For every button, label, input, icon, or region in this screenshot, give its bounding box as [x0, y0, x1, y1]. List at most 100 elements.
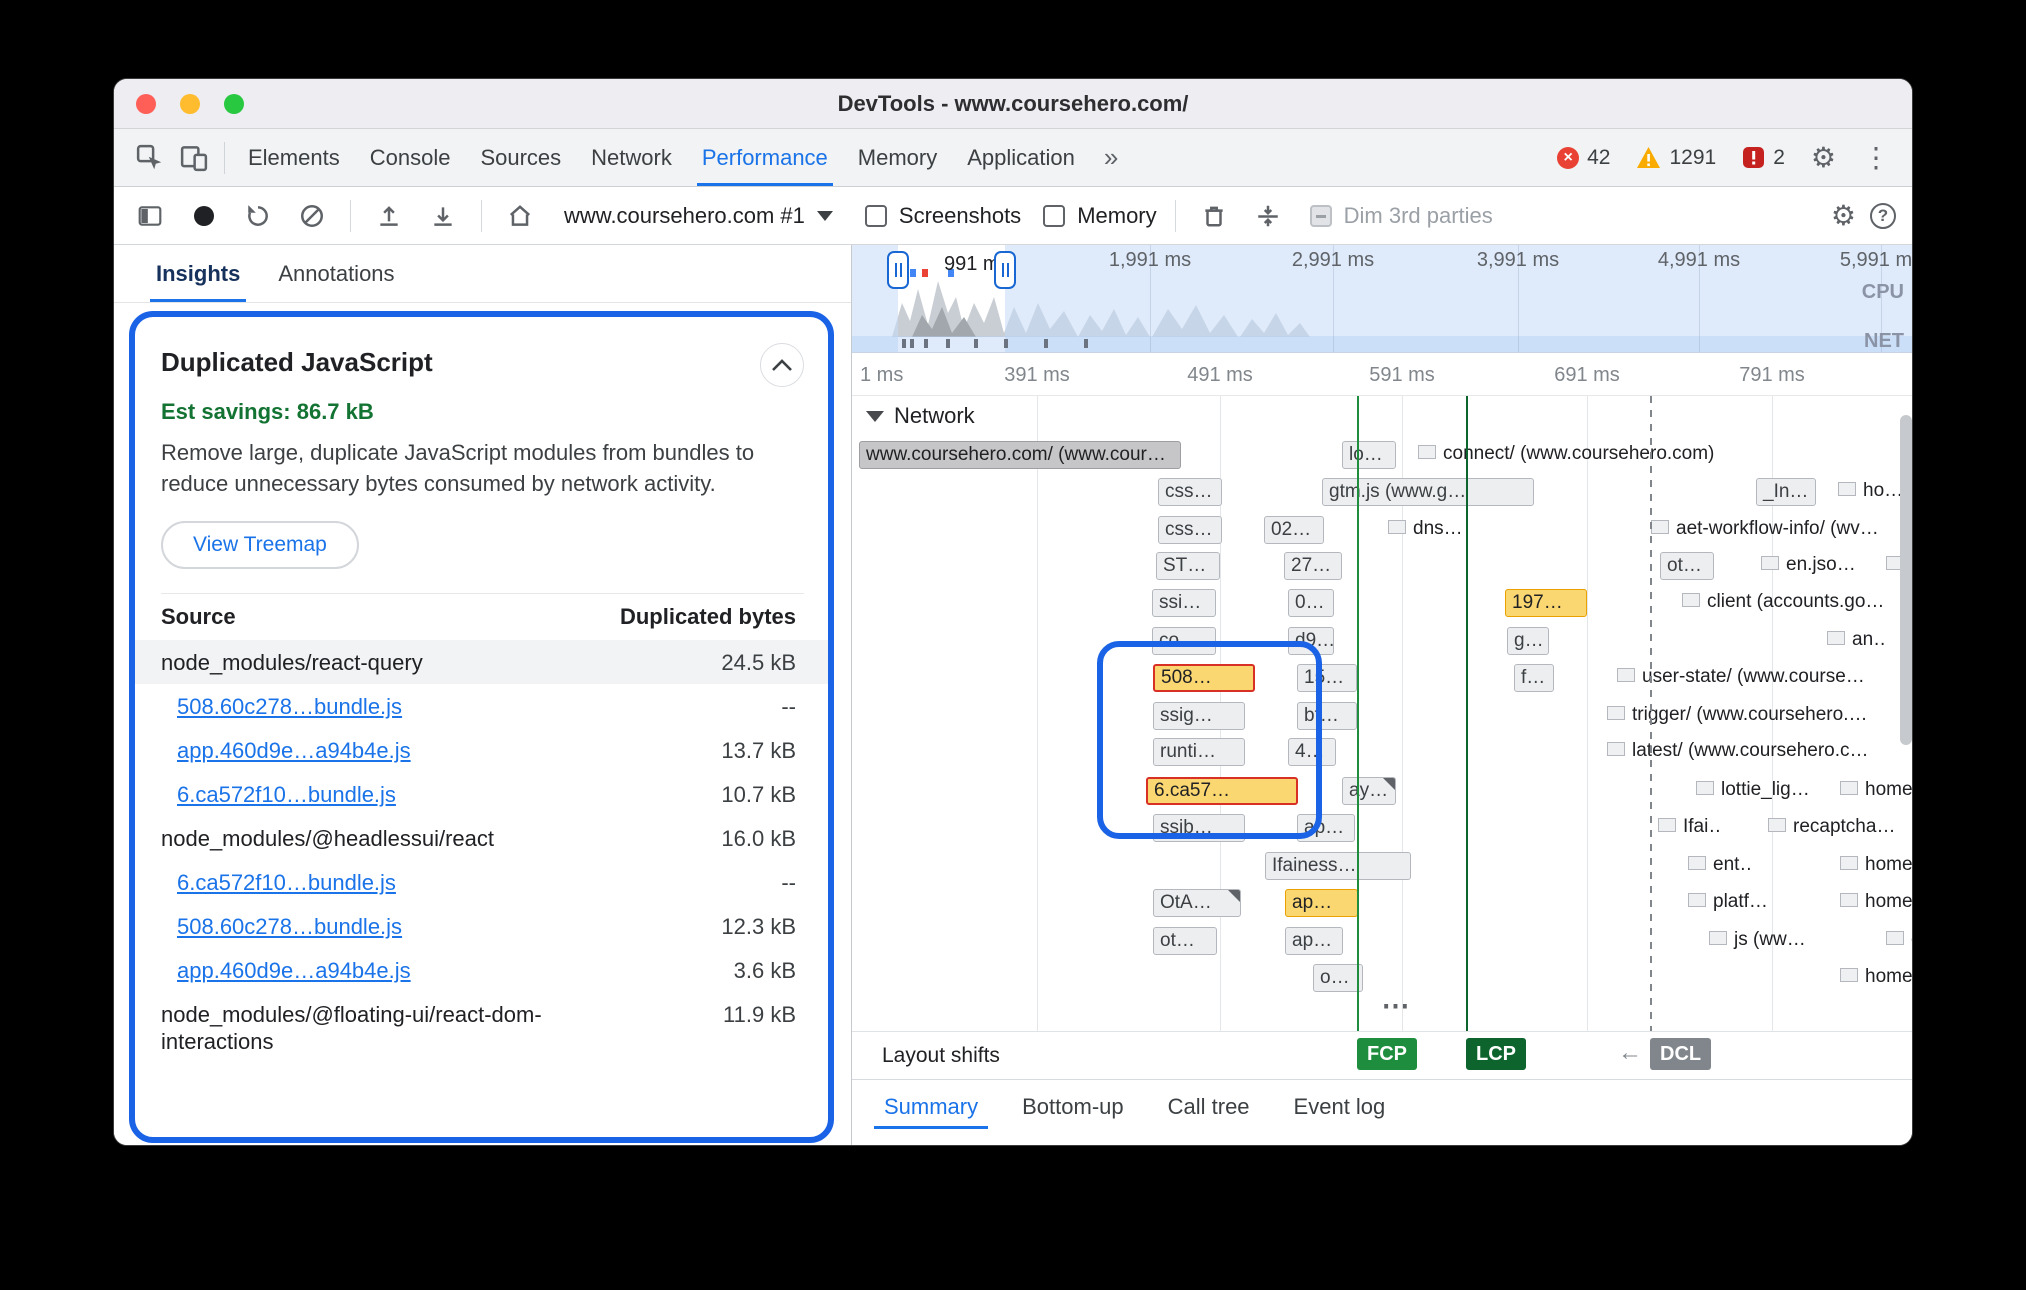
zoom-button[interactable]	[224, 94, 244, 114]
timeline-scrollbar[interactable]	[1900, 401, 1912, 1029]
network-request[interactable]: gtm.js (www.g…	[1322, 478, 1534, 506]
toggle-sidebar-icon[interactable]	[130, 196, 170, 236]
network-request[interactable]: f…	[1514, 664, 1554, 692]
console-warnings-badge[interactable]: 1291	[1636, 146, 1716, 170]
network-request[interactable]: js (ww…	[1709, 927, 1825, 955]
network-request[interactable]: g…	[1507, 627, 1549, 655]
network-request[interactable]: Ifainess…	[1265, 852, 1411, 880]
window-titlebar[interactable]: DevTools - www.coursehero.com/	[114, 79, 1912, 129]
collect-garbage-icon[interactable]	[1194, 196, 1234, 236]
network-request[interactable]: Ifai…	[1658, 814, 1720, 842]
view-treemap-button[interactable]: View Treemap	[161, 521, 359, 569]
network-request[interactable]: 197…	[1505, 589, 1587, 617]
issues-badge[interactable]: 2	[1742, 146, 1785, 170]
network-request[interactable]: an…	[1827, 627, 1885, 655]
overview-window-left-handle[interactable]	[887, 251, 909, 289]
tab-elements[interactable]: Elements	[233, 129, 355, 186]
network-request[interactable]: d9…	[1288, 627, 1334, 655]
network-request[interactable]: ent…	[1688, 852, 1754, 880]
network-request[interactable]: ap…	[1285, 889, 1358, 917]
network-request[interactable]: ot…	[1660, 552, 1714, 580]
network-request[interactable]: connect/ (www.coursehero.com)	[1418, 441, 1730, 469]
minimize-button[interactable]	[180, 94, 200, 114]
device-toolbar-icon[interactable]	[172, 138, 216, 178]
kebab-menu-icon[interactable]: ⋮	[1862, 144, 1890, 172]
network-request[interactable]: ssi…	[1152, 589, 1216, 617]
network-request[interactable]: OtA…	[1153, 889, 1241, 917]
fcp-marker-badge[interactable]: FCP	[1357, 1038, 1417, 1070]
overview-window-right-handle[interactable]	[994, 251, 1016, 289]
network-request[interactable]: ap…	[1297, 814, 1355, 842]
network-request[interactable]: 6.ca57…	[1146, 777, 1298, 805]
network-request[interactable]: lottie_lig…	[1696, 777, 1812, 805]
network-request[interactable]: ssig…	[1153, 702, 1245, 730]
network-request[interactable]: latest/ (www.coursehero.c…	[1607, 738, 1911, 766]
network-request[interactable]: _In…	[1756, 478, 1816, 506]
tab-console[interactable]: Console	[355, 129, 466, 186]
network-request[interactable]: bf…	[1297, 702, 1357, 730]
capture-settings-icon[interactable]	[1248, 196, 1288, 236]
capture-gear-icon[interactable]: ⚙	[1831, 202, 1856, 230]
network-request[interactable]: platf…	[1688, 889, 1768, 917]
network-request[interactable]: user-state/ (www.course…	[1617, 664, 1913, 692]
more-panels-icon[interactable]: »	[1090, 142, 1132, 173]
source-file-link[interactable]: app.460d9e…a94b4e.js	[161, 737, 411, 764]
network-request[interactable]: runti…	[1153, 738, 1245, 766]
memory-checkbox[interactable]: Memory	[1043, 203, 1156, 229]
collapse-insight-button[interactable]	[760, 343, 804, 387]
target-selector[interactable]: www.coursehero.com #1	[554, 203, 843, 229]
screenshots-checkbox[interactable]: Screenshots	[865, 203, 1021, 229]
network-request[interactable]: ap…	[1285, 927, 1343, 955]
source-file-link[interactable]: 6.ca572f10…bundle.js	[161, 781, 396, 808]
network-request[interactable]: en.jso…	[1761, 552, 1861, 580]
tab-call-tree[interactable]: Call tree	[1146, 1080, 1272, 1133]
network-request[interactable]: trigger/ (www.coursehero.…	[1607, 702, 1911, 730]
network-request[interactable]: ho…	[1838, 478, 1908, 506]
network-request[interactable]: 27…	[1284, 552, 1342, 580]
dim-3rd-parties-checkbox[interactable]: Dim 3rd parties	[1310, 203, 1493, 229]
network-request[interactable]: ssib…	[1153, 814, 1245, 842]
tab-sources[interactable]: Sources	[465, 129, 576, 186]
source-file-link[interactable]: 508.60c278…bundle.js	[161, 693, 402, 720]
network-request[interactable]: 15…	[1297, 664, 1357, 692]
tab-event-log[interactable]: Event log	[1272, 1080, 1408, 1133]
record-button[interactable]	[184, 196, 224, 236]
reload-and-record-button[interactable]	[238, 196, 278, 236]
tab-performance[interactable]: Performance	[687, 129, 843, 186]
tab-annotations[interactable]: Annotations	[264, 245, 408, 302]
scrollbar-thumb[interactable]	[1900, 415, 1912, 745]
tab-bottom-up[interactable]: Bottom-up	[1000, 1080, 1146, 1133]
network-request[interactable]: dns…	[1388, 516, 1460, 544]
network-request[interactable]: lo…	[1342, 441, 1396, 469]
clear-recordings-button[interactable]	[292, 196, 332, 236]
download-profile-icon[interactable]	[423, 196, 463, 236]
home-icon[interactable]	[500, 196, 540, 236]
source-file-link[interactable]: 508.60c278…bundle.js	[161, 913, 402, 940]
network-request[interactable]: www.coursehero.com/ (www.cour…	[859, 441, 1181, 469]
network-request[interactable]: ST…	[1156, 552, 1220, 580]
close-button[interactable]	[136, 94, 156, 114]
settings-gear-icon[interactable]: ⚙	[1811, 144, 1836, 172]
network-request[interactable]: aet-workflow-info/ (wv…	[1651, 516, 1913, 544]
network-request[interactable]: 4…	[1288, 738, 1336, 766]
tab-insights[interactable]: Insights	[142, 245, 254, 302]
network-request[interactable]: 508…	[1153, 664, 1255, 692]
tab-network[interactable]: Network	[576, 129, 687, 186]
source-file-link[interactable]: 6.ca572f10…bundle.js	[161, 869, 396, 896]
more-requests-indicator[interactable]: ⋯	[1357, 989, 1437, 1022]
tab-memory[interactable]: Memory	[843, 129, 952, 186]
network-request[interactable]: ot…	[1153, 927, 1217, 955]
network-request[interactable]: co…	[1152, 627, 1216, 655]
network-request[interactable]: 0…	[1288, 589, 1334, 617]
timeline-overview[interactable]: CPU NET 991 ms 1,991 ms2,991 ms3,991 ms4…	[852, 245, 1913, 353]
network-request[interactable]: 02…	[1264, 516, 1324, 544]
network-request[interactable]: css…	[1158, 516, 1222, 544]
dcl-marker-badge[interactable]: DCL	[1650, 1038, 1711, 1070]
tab-application[interactable]: Application	[952, 129, 1090, 186]
network-request[interactable]: o…	[1313, 964, 1363, 992]
lcp-marker-badge[interactable]: LCP	[1466, 1038, 1526, 1070]
upload-profile-icon[interactable]	[369, 196, 409, 236]
tab-summary[interactable]: Summary	[862, 1080, 1000, 1133]
source-file-link[interactable]: app.460d9e…a94b4e.js	[161, 957, 411, 984]
console-errors-badge[interactable]: × 42	[1557, 146, 1610, 170]
